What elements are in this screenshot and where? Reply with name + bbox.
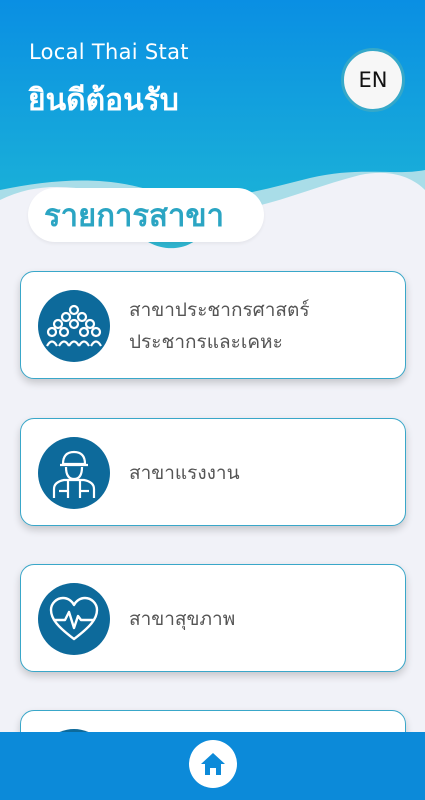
home-button[interactable] bbox=[189, 740, 237, 788]
branch-label: สาขาประชากรศาสตร์ ประชากรและเคหะ bbox=[129, 294, 393, 358]
branch-card-population[interactable]: สาขาประชากรศาสตร์ ประชากรและเคหะ bbox=[20, 271, 406, 379]
branch-label-line2: ประชากรและเคหะ bbox=[129, 331, 283, 353]
language-toggle-button[interactable]: EN bbox=[341, 48, 405, 112]
worker-icon bbox=[38, 437, 110, 509]
population-icon bbox=[38, 290, 110, 362]
home-icon bbox=[201, 753, 225, 775]
branch-card-labor[interactable]: สาขาแรงงาน bbox=[20, 418, 406, 526]
branch-label: สาขาสุขภาพ bbox=[129, 603, 393, 635]
welcome-title: ยินดีต้อนรับ bbox=[28, 83, 179, 118]
section-title: รายการสาขา bbox=[28, 188, 264, 242]
branch-label-line1: สาขาแรงงาน bbox=[129, 462, 240, 484]
branch-label: สาขาแรงงาน bbox=[129, 457, 393, 489]
branch-card-health[interactable]: สาขาสุขภาพ bbox=[20, 564, 406, 672]
app-name: Local Thai Stat bbox=[29, 40, 189, 64]
heart-pulse-icon bbox=[38, 583, 110, 655]
branch-label-line1: สาขาประชากรศาสตร์ bbox=[129, 299, 310, 321]
branch-label-line1: สาขาสุขภาพ bbox=[129, 608, 236, 630]
